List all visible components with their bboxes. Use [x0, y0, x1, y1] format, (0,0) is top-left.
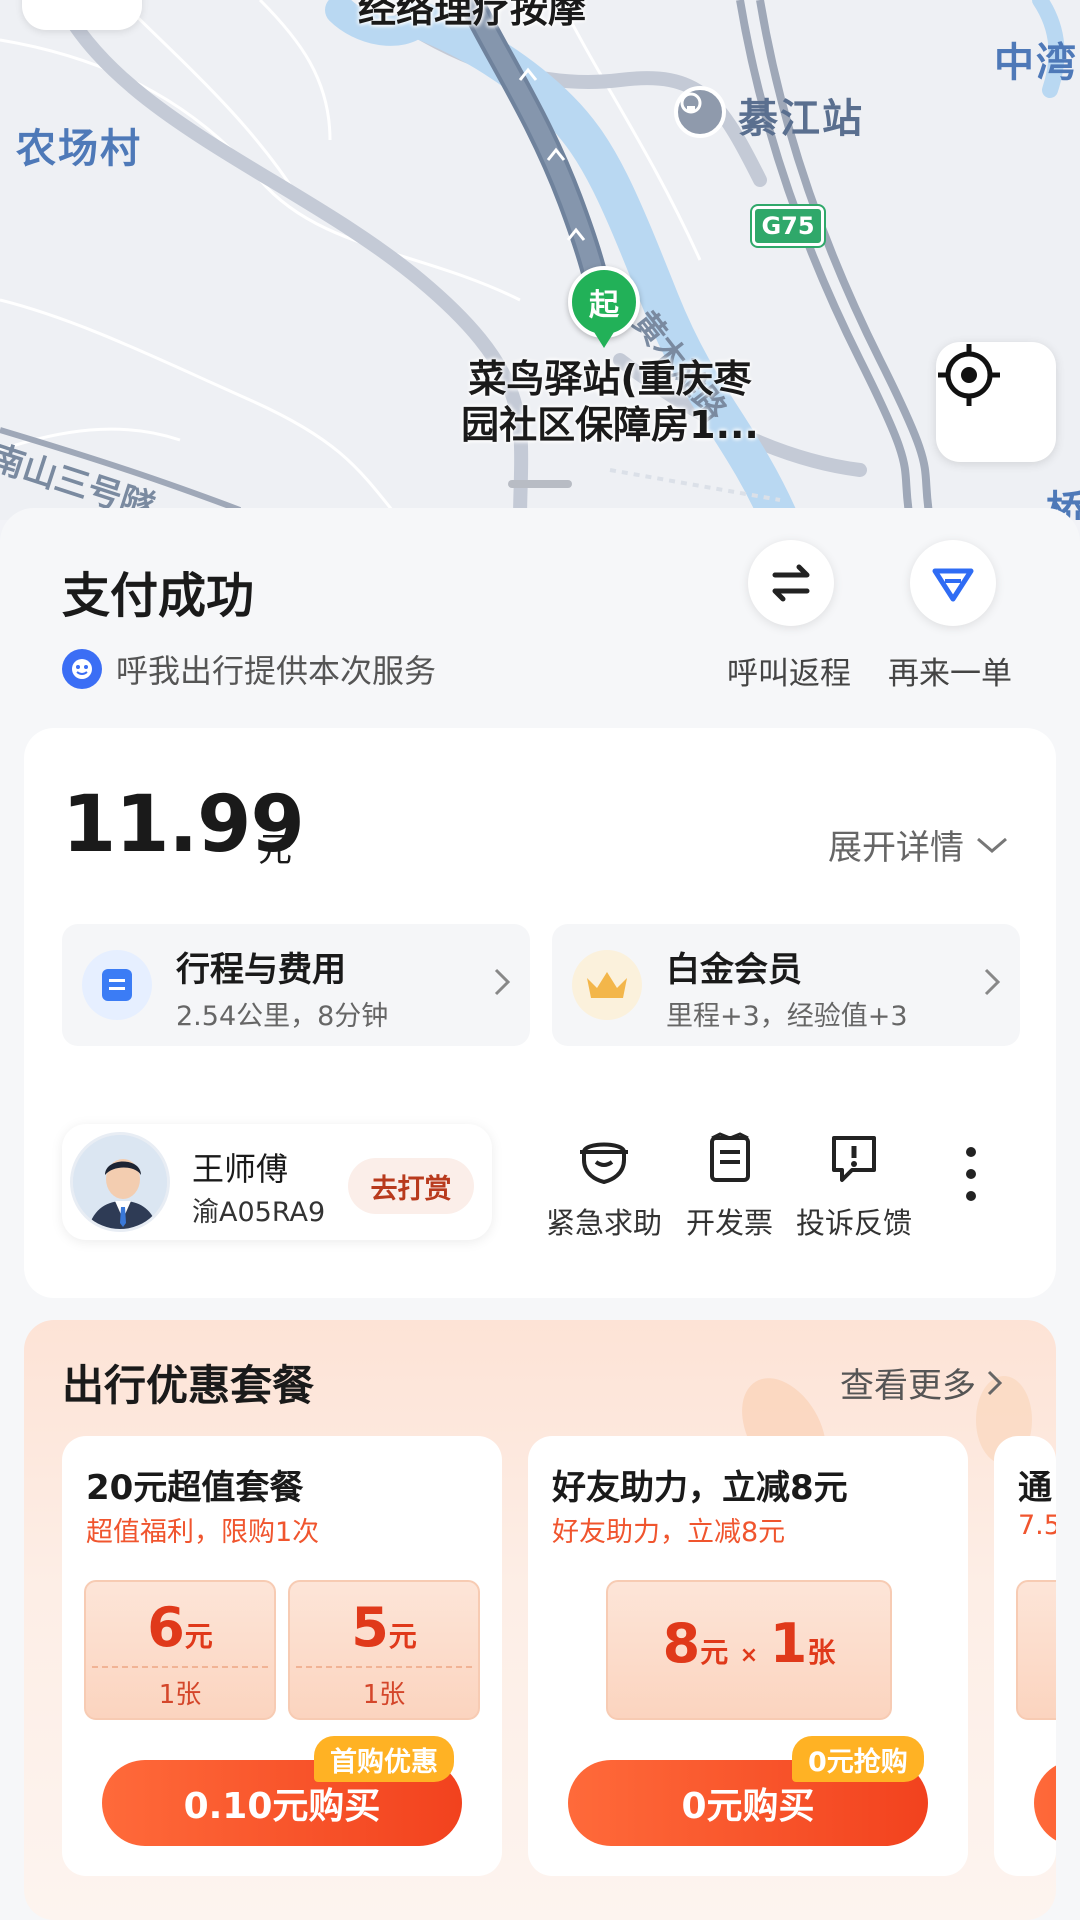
more-vertical-icon [966, 1147, 976, 1201]
package-title: 通 [1018, 1468, 1052, 1508]
free-grab-tag: 0元抢购 [792, 1736, 924, 1782]
package-subtitle: 好友助力，立减8元 [552, 1517, 786, 1548]
coupon-value: 6元 [147, 1596, 213, 1659]
pickup-pin[interactable]: 起 [568, 266, 640, 338]
map-label-massage: 经络理疗按摩 [358, 0, 587, 31]
trip-fee-tile[interactable]: 行程与费用 2.54公里，8分钟 [62, 924, 530, 1046]
package-card[interactable]: 20元超值套餐 超值福利，限购1次 6元 1张 5元 1张 0.10元购买 首购… [62, 1436, 502, 1876]
service-provider-line: 呼我出行提供本次服务 [62, 646, 436, 692]
reorder-label[interactable]: 再来一单 [888, 648, 1012, 693]
pickup-pin-tail [594, 332, 614, 348]
crown-icon [572, 950, 642, 1020]
complaint-button[interactable]: 投诉反馈 [796, 1130, 912, 1242]
locate-button[interactable] [936, 342, 1056, 462]
invoice-label: 开发票 [686, 1206, 774, 1240]
view-more-label: 查看更多 [840, 1366, 976, 1406]
chevron-right-icon [987, 1370, 1003, 1395]
feedback-icon [832, 1136, 876, 1182]
driver-card[interactable]: 王师傅 渝A05RA9 去打赏 [62, 1124, 492, 1240]
package-subtitle: 7.5 [1018, 1510, 1056, 1541]
smiley-icon [62, 649, 102, 689]
package-card[interactable]: 通 7.5 [994, 1436, 1056, 1876]
coupon: 6元 1张 [84, 1580, 276, 1720]
coupon-count: 1张 [158, 1680, 202, 1710]
pickup-label: 菜鸟驿站(重庆枣园社区保障房1... [461, 357, 759, 447]
expand-details-label: 展开详情 [828, 828, 964, 868]
platinum-member-tile[interactable]: 白金会员 里程+3，经验值+3 [552, 924, 1020, 1046]
license-plate: 渝A05RA9 [192, 1197, 326, 1228]
trip-fee-sub: 2.54公里，8分钟 [176, 1001, 389, 1032]
return-trip-button[interactable] [748, 540, 834, 626]
map-view[interactable]: 农场村 经络理疗按摩 綦江站 中湾 G75 黄木滩路 南山三号隧 桥 起 菜鸟驿… [0, 0, 1080, 520]
promo-title: 出行优惠套餐 [62, 1361, 315, 1410]
view-more-button[interactable]: 查看更多 [840, 1358, 1006, 1407]
map-label-zhongwan: 中湾 [994, 40, 1078, 86]
return-trip-label[interactable]: 呼叫返程 [727, 648, 851, 693]
member-sub: 里程+3，经验值+3 [666, 1001, 908, 1032]
locate-icon [938, 344, 1000, 406]
coupon-divider [296, 1666, 472, 1668]
invoice-button[interactable]: 开发票 [686, 1130, 773, 1242]
package-title: 20元超值套餐 [86, 1468, 304, 1508]
map-label-village: 农场村 [16, 126, 142, 172]
coupon [1016, 1580, 1056, 1720]
service-provider-text: 呼我出行提供本次服务 [116, 652, 437, 690]
coupon-value: 8元 × 1张 [662, 1612, 836, 1675]
invoice-icon [709, 1132, 750, 1182]
highway-shield: G75 [752, 206, 824, 246]
chevron-right-icon [494, 968, 511, 996]
shield-face-icon [580, 1142, 628, 1185]
map-label-station: 綦江站 [738, 96, 864, 142]
coupon-value: 5元 [351, 1596, 417, 1659]
driver-name: 王师傅 [192, 1150, 289, 1188]
payment-status-title: 支付成功 [62, 568, 255, 624]
package-title: 好友助力，立减8元 [552, 1468, 848, 1508]
coupon-divider [92, 1666, 268, 1668]
back-button[interactable] [22, 0, 142, 30]
reorder-button[interactable] [910, 540, 996, 626]
driver-avatar [70, 1132, 170, 1232]
trip-fee-title: 行程与费用 [176, 950, 346, 990]
chevron-down-icon [977, 837, 1007, 853]
complaint-label: 投诉反馈 [796, 1206, 913, 1240]
package-subtitle: 超值福利，限购1次 [86, 1517, 320, 1548]
reorder-icon [932, 568, 974, 602]
chevron-right-icon [984, 968, 1001, 996]
more-options-button[interactable] [958, 1142, 984, 1206]
tip-driver-button[interactable]: 去打赏 [348, 1158, 474, 1214]
coupon: 5元 1张 [288, 1580, 480, 1720]
emergency-help-button[interactable]: 紧急求助 [546, 1130, 662, 1242]
first-purchase-tag: 首购优惠 [314, 1736, 454, 1782]
package-card[interactable]: 好友助力，立减8元 好友助力，立减8元 8元 × 1张 0元购买 0元抢购 [528, 1436, 968, 1876]
emergency-help-label: 紧急求助 [546, 1206, 663, 1240]
receipt-icon [82, 950, 152, 1020]
buy-button[interactable] [1034, 1760, 1056, 1846]
member-title: 白金会员 [666, 950, 802, 990]
swap-icon [772, 564, 810, 602]
coupon: 8元 × 1张 [606, 1580, 892, 1720]
sheet-drag-handle[interactable] [508, 480, 572, 488]
coupon-count: 1张 [362, 1680, 406, 1710]
train-station-icon [674, 86, 726, 138]
expand-details-button[interactable]: 展开详情 [828, 820, 1010, 869]
fare-unit: 元 [258, 830, 292, 870]
